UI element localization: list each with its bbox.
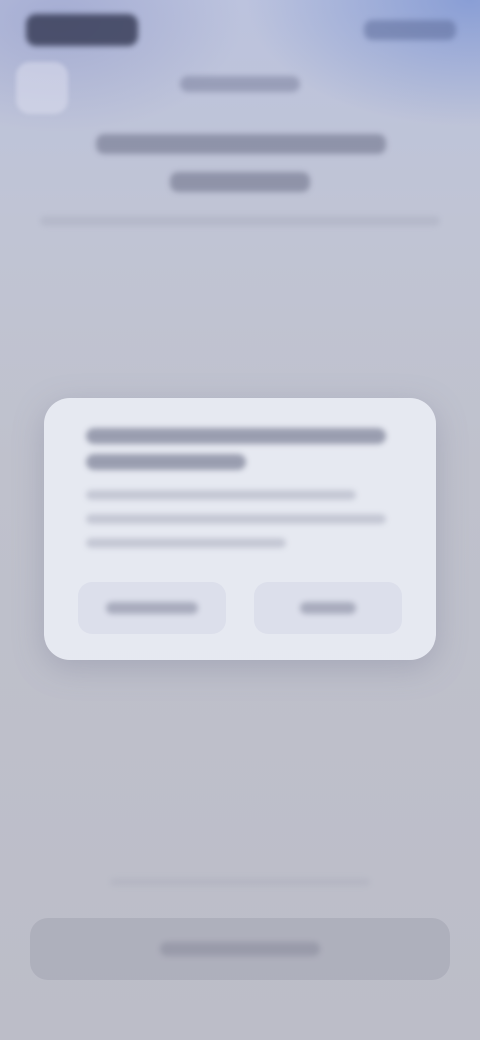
alert-dialog [44, 398, 436, 660]
status-bar [0, 0, 480, 60]
page-subtitle [40, 208, 440, 234]
back-button[interactable] [16, 62, 68, 114]
bottom-action-button[interactable] [30, 918, 450, 980]
status-icons-blurred [364, 20, 456, 40]
header-label [176, 72, 304, 96]
dialog-title [84, 424, 396, 474]
dialog-message [84, 484, 396, 554]
dialog-secondary-button[interactable] [78, 582, 226, 634]
footer-note [100, 872, 380, 892]
page-title [84, 128, 396, 198]
status-time-blurred [26, 14, 138, 46]
dialog-primary-button[interactable] [254, 582, 402, 634]
